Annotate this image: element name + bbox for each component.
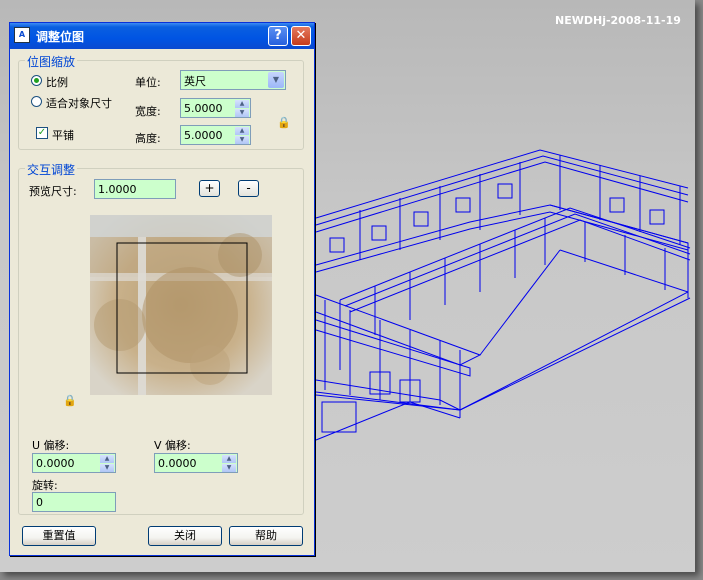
adjust-bitmap-dialog: A 调整位图 ? ✕ 位图缩放 比例 适合对象尺寸 ✓ 平铺 单位: 英尺 ▼ …	[9, 22, 315, 556]
rotate-field[interactable]: 0	[32, 492, 116, 512]
chevron-down-icon: ▼	[268, 72, 284, 88]
spin-up-icon[interactable]: ▲	[222, 455, 236, 463]
spin-up-icon[interactable]: ▲	[100, 455, 114, 463]
spin-down-icon[interactable]: ▼	[100, 464, 114, 472]
unit-label: 单位:	[135, 76, 161, 89]
width-value: 5.0000	[184, 102, 223, 115]
title-bar[interactable]: A 调整位图 ? ✕	[10, 23, 314, 49]
bitmap-scaling-group: 位图缩放 比例 适合对象尺寸 ✓ 平铺 单位: 英尺 ▼ 宽度: 5.0000 …	[18, 53, 304, 150]
height-value: 5.0000	[184, 129, 223, 142]
dialog-title: 调整位图	[36, 30, 85, 44]
width-spinner[interactable]: 5.0000 ▲ ▼	[180, 98, 251, 118]
reset-button[interactable]: 重置值	[22, 526, 96, 546]
spin-down-icon[interactable]: ▼	[235, 109, 249, 117]
close-button[interactable]: 关闭	[148, 526, 222, 546]
spin-down-icon[interactable]: ▼	[235, 136, 249, 144]
unit-select[interactable]: 英尺 ▼	[180, 70, 286, 90]
help-button[interactable]: 帮助	[229, 526, 303, 546]
title-help-button[interactable]: ?	[268, 26, 288, 46]
height-label: 高度:	[135, 132, 161, 145]
app-icon: A	[14, 27, 30, 43]
spin-up-icon[interactable]: ▲	[235, 100, 249, 108]
preview-size-value: 1.0000	[98, 183, 137, 196]
title-close-button[interactable]: ✕	[291, 26, 311, 46]
v-offset-label: V 偏移:	[154, 439, 191, 452]
u-offset-label: U 偏移:	[32, 439, 70, 452]
u-offset-value: 0.0000	[36, 457, 75, 470]
u-offset-spinner[interactable]: 0.0000 ▲ ▼	[32, 453, 116, 473]
rotate-value: 0	[36, 496, 43, 509]
aspect-lock-icon[interactable]: 🔒	[277, 117, 291, 129]
fit-to-object-radio[interactable]	[31, 96, 42, 107]
rotate-label: 旋转:	[32, 479, 58, 492]
v-offset-value: 0.0000	[158, 457, 197, 470]
zoom-in-button[interactable]: +	[199, 180, 220, 197]
zoom-out-button[interactable]: -	[238, 180, 259, 197]
texture-preview-image	[90, 215, 272, 395]
unit-select-value: 英尺	[184, 75, 206, 88]
preview-size-field[interactable]: 1.0000	[94, 179, 176, 199]
fit-to-object-radio-label: 适合对象尺寸	[46, 97, 112, 110]
height-spinner[interactable]: 5.0000 ▲ ▼	[180, 125, 251, 145]
v-offset-spinner[interactable]: 0.0000 ▲ ▼	[154, 453, 238, 473]
spin-up-icon[interactable]: ▲	[235, 127, 249, 135]
texture-preview[interactable]	[90, 215, 272, 395]
tile-checkbox[interactable]: ✓	[36, 127, 48, 139]
spin-down-icon[interactable]: ▼	[222, 464, 236, 472]
preview-size-label: 预览尺寸:	[29, 185, 77, 198]
bitmap-scaling-label: 位图缩放	[25, 53, 78, 70]
scale-radio[interactable]	[31, 75, 42, 86]
width-label: 宽度:	[135, 105, 161, 118]
interactive-adjust-label: 交互调整	[25, 161, 78, 178]
tile-checkbox-label: 平铺	[52, 129, 74, 142]
scale-radio-label: 比例	[46, 76, 68, 89]
offset-lock-icon[interactable]: 🔒	[63, 395, 77, 407]
